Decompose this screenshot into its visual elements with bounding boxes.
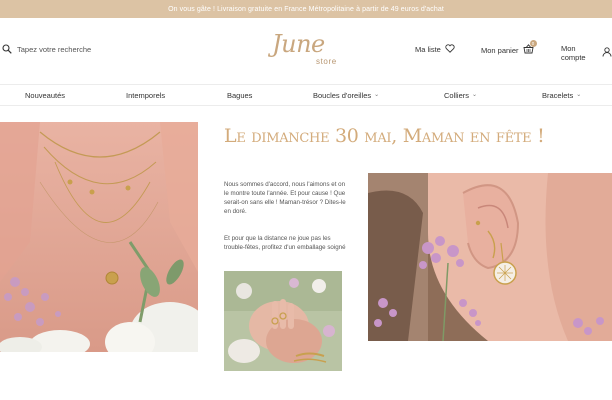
search-icon[interactable] (2, 44, 12, 54)
promo-text: On vous gâte ! Livraison gratuite en Fra… (168, 5, 444, 13)
nav-item-label: Bagues (227, 90, 253, 100)
necklace-photo (0, 122, 198, 352)
nav-item-label: Colliers (444, 90, 470, 100)
basket-icon: 0 (522, 40, 537, 56)
site-header: Tapez votre recherche June store Ma list… (0, 18, 612, 84)
logo-store: store (316, 57, 337, 66)
nav-item-bagues[interactable]: Bagues (227, 85, 252, 105)
nav-item-boucles[interactable]: Boucles d'oreilles ⌄ (313, 85, 379, 105)
search-input[interactable]: Tapez votre recherche (17, 45, 91, 54)
heart-icon (445, 44, 455, 55)
chevron-down-icon: ⌄ (576, 91, 582, 98)
intro-paragraph: Nous sommes d'accord, nous l'aimons et o… (224, 181, 346, 215)
nav-item-colliers[interactable]: Colliers ⌄ (444, 85, 477, 105)
nav-item-label: Bracelets (542, 90, 574, 100)
user-icon (602, 47, 612, 59)
cart-count-badge: 0 (529, 40, 537, 47)
cart-link[interactable]: Mon panier 0 (481, 40, 537, 56)
hands-rings-photo (224, 271, 342, 371)
nav-item-nouveautes[interactable]: Nouveautés (25, 85, 65, 105)
nav-item-label: Boucles d'oreilles (313, 90, 372, 100)
packaging-paragraph: Et pour que la distance ne joue pas les … (224, 235, 346, 251)
account-label: Mon compte (561, 44, 586, 62)
nav-item-intemporels[interactable]: Intemporels (126, 85, 165, 105)
nav-item-label: Nouveautés (25, 90, 66, 100)
wishlist-link[interactable]: Ma liste (415, 44, 455, 55)
promo-banner: On vous gâte ! Livraison gratuite en Fra… (0, 0, 612, 18)
chevron-down-icon: ⌄ (472, 91, 478, 98)
main-nav: Nouveautés Intemporels Bagues Boucles d'… (0, 84, 612, 106)
earrings-photo (368, 173, 612, 341)
cart-label: Mon panier (481, 45, 519, 55)
nav-item-label: Intemporels (126, 90, 166, 100)
nav-item-bracelets[interactable]: Bracelets ⌄ (542, 85, 581, 105)
chevron-down-icon: ⌄ (374, 91, 380, 98)
page-headline: Le dimanche 30 mai, Maman en fête ! (224, 125, 545, 147)
wishlist-label: Ma liste (415, 45, 441, 54)
logo-script: June (272, 30, 325, 58)
search-bar[interactable]: Tapez votre recherche (2, 44, 91, 54)
account-link[interactable]: Mon compte (561, 44, 612, 62)
site-logo[interactable]: June store (272, 30, 344, 70)
